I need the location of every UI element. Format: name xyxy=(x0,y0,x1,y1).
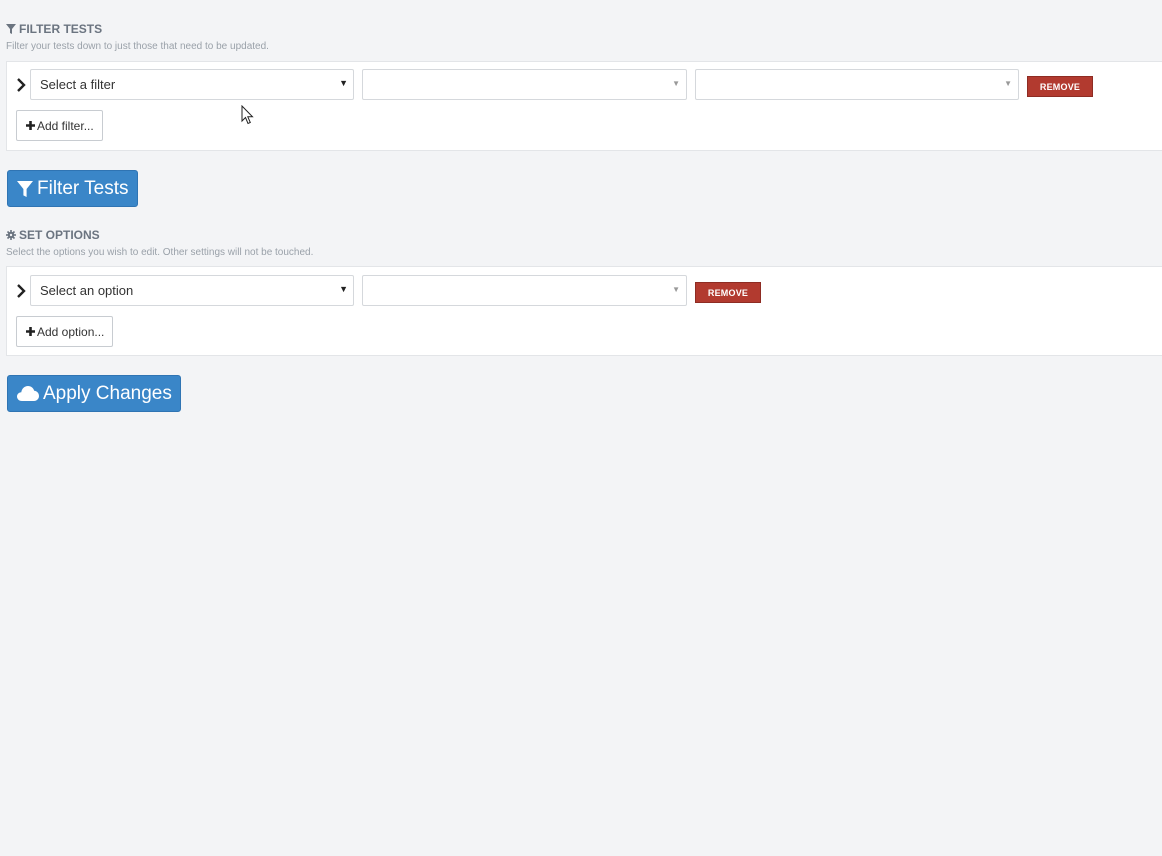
add-filter-label: Add filter... xyxy=(37,118,94,133)
apply-changes-label: Apply Changes xyxy=(43,382,172,404)
filter-tests-button[interactable]: Filter Tests xyxy=(7,170,138,207)
caret-down-icon: ▼ xyxy=(1004,79,1012,88)
options-section-title: SET OPTIONS xyxy=(6,228,100,242)
option-value-select[interactable]: ▼ xyxy=(362,275,687,306)
remove-option-button[interactable]: REMOVE xyxy=(695,282,761,303)
options-section-title-text: SET OPTIONS xyxy=(19,228,100,242)
chevron-right-icon[interactable] xyxy=(16,284,26,298)
filter-select[interactable]: Select a filter ▼ xyxy=(30,69,354,100)
options-section-description: Select the options you wish to edit. Oth… xyxy=(6,247,314,258)
option-select[interactable]: Select an option ▼ xyxy=(30,275,354,306)
plus-icon xyxy=(26,327,35,336)
filter-icon xyxy=(6,24,16,34)
add-filter-button[interactable]: Add filter... xyxy=(16,110,103,141)
filter-panel: Select a filter ▼ ▼ ▼ REMOVE Add filter.… xyxy=(6,61,1162,151)
filter-value-select[interactable]: ▼ xyxy=(695,69,1019,100)
caret-down-icon: ▼ xyxy=(339,78,348,88)
filter-section-title-text: FILTER TESTS xyxy=(19,22,103,36)
filter-select-value: Select a filter xyxy=(40,77,116,92)
remove-filter-button[interactable]: REMOVE xyxy=(1027,76,1093,97)
option-select-value: Select an option xyxy=(40,283,134,298)
caret-down-icon: ▼ xyxy=(339,284,348,294)
filter-tests-label: Filter Tests xyxy=(37,177,129,199)
add-option-label: Add option... xyxy=(37,324,105,339)
options-panel: Select an option ▼ ▼ REMOVE Add option..… xyxy=(6,266,1162,356)
chevron-right-icon[interactable] xyxy=(16,78,26,92)
filter-icon xyxy=(17,180,33,197)
plus-icon xyxy=(26,121,35,130)
add-option-button[interactable]: Add option... xyxy=(16,316,114,347)
filter-section-title: FILTER TESTS xyxy=(6,22,102,36)
filter-operator-select[interactable]: ▼ xyxy=(362,69,687,100)
caret-down-icon: ▼ xyxy=(672,285,680,294)
cloud-icon xyxy=(17,385,39,401)
gear-icon xyxy=(6,230,16,240)
filter-section-description: Filter your tests down to just those tha… xyxy=(6,41,269,52)
apply-changes-button[interactable]: Apply Changes xyxy=(7,375,181,412)
mouse-cursor-icon xyxy=(241,105,254,125)
caret-down-icon: ▼ xyxy=(672,79,680,88)
